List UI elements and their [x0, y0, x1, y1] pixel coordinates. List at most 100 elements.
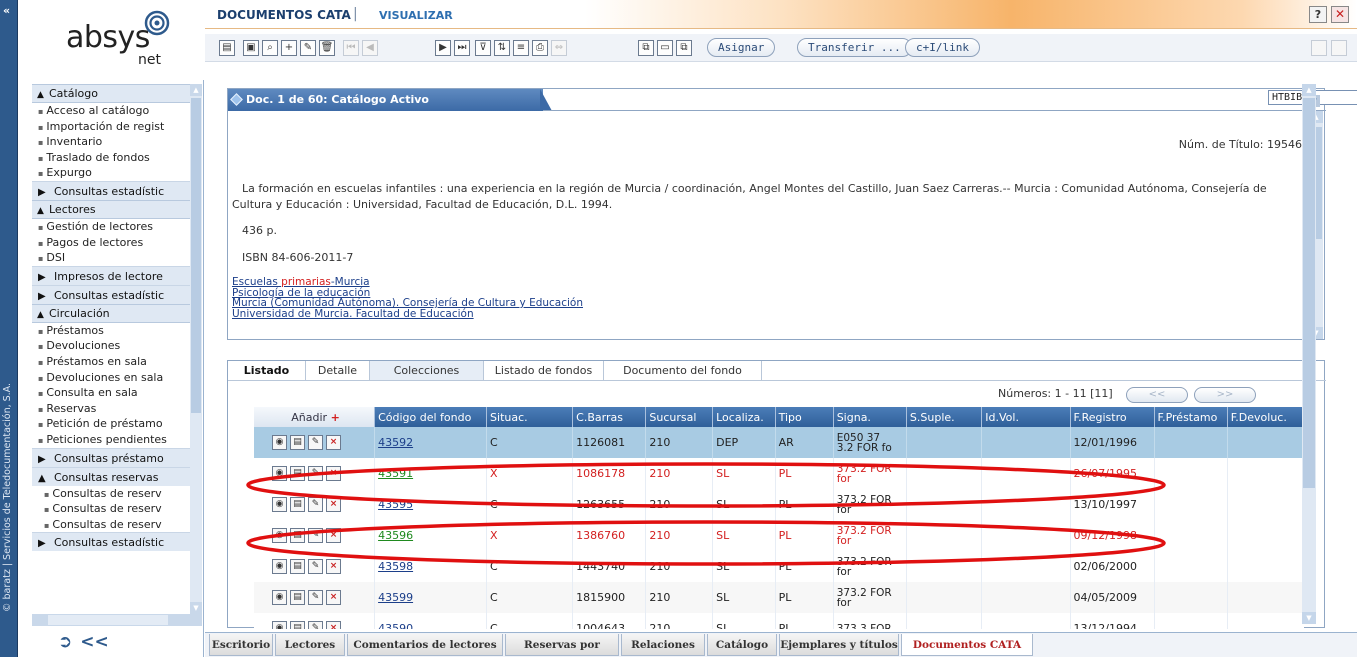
sidebar-item[interactable]: ▪ Pagos de lectores [32, 235, 190, 251]
column-header[interactable]: C.Barras [572, 407, 647, 427]
column-header[interactable]: Localiza. [712, 407, 776, 427]
sidebar-subgroup[interactable]: ▶ Impresos de lectore [32, 265, 190, 285]
sidebar-subitem[interactable]: ▪ Consultas de reserv [32, 486, 190, 502]
view-icon[interactable]: ◉ [272, 466, 287, 481]
toolbar-extra-icon[interactable] [1331, 40, 1347, 56]
next-page-button[interactable]: >> [1194, 387, 1256, 403]
detail-icon[interactable]: ▤ [290, 528, 305, 543]
detail-icon[interactable]: ▤ [290, 497, 305, 512]
sidebar-item[interactable]: ▪ Traslado de fondos [32, 150, 190, 166]
scroll-up-icon[interactable]: ▲ [190, 84, 202, 96]
add-icon[interactable]: + [281, 40, 297, 56]
sidebar-item[interactable]: ▪ Préstamos en sala [32, 354, 190, 370]
sidebar-item[interactable]: ▪ Devoluciones [32, 338, 190, 354]
table-row[interactable]: ◉ ▤ ✎ × 43591 X 1086178 210 SL PL 373.2 FOR for 26/0… [254, 458, 1304, 489]
search-icon[interactable]: ⌕ [262, 40, 278, 56]
sidebar-subitem[interactable]: ▪ Consultas de reserv [32, 517, 190, 533]
sidebar-item[interactable]: ▪ Devoluciones en sala [32, 370, 190, 386]
column-header[interactable]: F.Registro [1070, 407, 1155, 427]
tab-listado[interactable]: Listado [228, 361, 306, 381]
view-icon[interactable]: ◉ [272, 497, 287, 512]
delete-icon[interactable]: × [326, 559, 341, 574]
view-icon[interactable]: ◉ [272, 559, 287, 574]
column-header[interactable]: S.Suple. [906, 407, 983, 427]
copy-icon[interactable]: ⧉ [638, 40, 654, 56]
table-row[interactable]: ◉ ▤ ✎ × 43598 C 1443740 210 SL PL 373.2 FOR for 02/0… [254, 551, 1304, 582]
holding-code-link[interactable]: 43591 [374, 458, 488, 489]
column-header[interactable]: Código del fondo [374, 407, 488, 427]
tab-listado-fondos[interactable]: Listado de fondos [484, 361, 604, 381]
table-row[interactable]: ◉ ▤ ✎ × 43595 C 1263655 210 SL PL 373.2 FOR for 13/1… [254, 489, 1304, 520]
column-header[interactable]: F.Préstamo [1154, 407, 1228, 427]
scroll-thumb[interactable] [191, 98, 201, 413]
holding-code-link[interactable]: 43598 [374, 551, 488, 582]
sidebar-section-header[interactable]: ▲ Catálogo [32, 84, 190, 103]
column-header[interactable]: F.Devoluc. [1227, 407, 1304, 427]
column-header[interactable]: Tipo [775, 407, 834, 427]
menu-toggle-icon[interactable]: ▤ [219, 40, 235, 56]
table-row[interactable]: ◉ ▤ ✎ × 43592 C 1126081 210 DEP AR E050 37 3.2 FOR … [254, 427, 1304, 458]
sidebar-item[interactable]: ▪ Expurgo [32, 165, 190, 181]
scroll-thumb[interactable] [48, 615, 168, 625]
edit-icon[interactable]: ✎ [308, 466, 323, 481]
scroll-down-icon[interactable]: ▼ [1302, 612, 1316, 624]
tab-colecciones[interactable]: Colecciones [370, 361, 484, 381]
view-icon[interactable]: ◉ [272, 435, 287, 450]
edit-icon[interactable]: ✎ [308, 497, 323, 512]
add-holding-button[interactable]: Añadir + [254, 407, 376, 427]
sidebar-subgroup[interactable]: ▶ Consultas estadístic [32, 532, 190, 552]
sidebar-item[interactable]: ▪ Reservas [32, 401, 190, 417]
detail-icon[interactable]: ▤ [290, 559, 305, 574]
edit-icon[interactable]: ✎ [308, 435, 323, 450]
detail-icon[interactable]: ▤ [290, 435, 305, 450]
page-scrollbar[interactable]: ▲ ▼ [1302, 84, 1316, 624]
sidebar-section-header[interactable]: ▲ Circulación [32, 303, 190, 323]
view-icon[interactable]: ◉ [272, 528, 287, 543]
first-record-icon[interactable]: ⏮ [343, 40, 359, 56]
link-button[interactable]: c+I/link [905, 38, 980, 57]
column-header[interactable]: Id.Vol. [981, 407, 1071, 427]
sidebar-subgroup-expanded[interactable]: ▲ Consultas reservas [32, 466, 190, 486]
bottom-tab[interactable]: Ejemplares y títulos [779, 634, 899, 656]
sidebar-scrollbar[interactable]: ▲ ▼ [190, 84, 202, 614]
scroll-down-icon[interactable]: ▼ [190, 602, 202, 614]
sidebar-item[interactable]: ▪ DSI [32, 250, 190, 266]
subject-link[interactable]: Universidad de Murcia. Facultad de Educa… [232, 308, 583, 320]
column-header[interactable]: Sucursal [645, 407, 714, 427]
sidebar-subgroup[interactable]: ▶ Consultas préstamo [32, 447, 190, 467]
view-icon[interactable]: ◉ [272, 590, 287, 605]
left-collapse-strip[interactable]: « © baratz | Servicios de Teledocumentac… [0, 0, 18, 657]
holding-code-link[interactable]: 43590 [374, 613, 488, 629]
bottom-tab[interactable]: Lectores [275, 634, 345, 656]
bottom-tab[interactable]: Relaciones [621, 634, 705, 656]
detail-icon[interactable]: ▤ [290, 590, 305, 605]
column-header[interactable]: Situac. [486, 407, 574, 427]
scroll-thumb[interactable] [1303, 98, 1315, 488]
column-header[interactable]: Signa. [833, 407, 907, 427]
list-icon[interactable]: ≡ [513, 40, 529, 56]
table-row[interactable]: ◉ ▤ ✎ × 43590 C 1004643 210 SL PL 373.3 FOR 13/12/1… [254, 613, 1304, 629]
asignar-button[interactable]: Asignar [707, 38, 776, 57]
next-record-icon[interactable]: ▶ [435, 40, 451, 56]
scroll-up-icon[interactable]: ▲ [1302, 84, 1316, 96]
expand-icon[interactable]: ⇔ [551, 40, 567, 56]
edit-icon[interactable]: ✎ [300, 40, 316, 56]
transferir-button[interactable]: Transferir ... [797, 38, 912, 57]
sidebar-horizontal-scrollbar[interactable] [32, 614, 202, 626]
collapse-sidebar-icon[interactable]: « [3, 4, 10, 17]
sidebar-subitem[interactable]: ▪ Consultas de reserv [32, 501, 190, 517]
bottom-tab[interactable]: Escritorio [209, 634, 273, 656]
detail-icon[interactable]: ▤ [290, 621, 305, 629]
bottom-tab[interactable]: Comentarios de lectores [347, 634, 503, 656]
bottom-tab[interactable]: Reservas por lector [505, 634, 619, 656]
bottom-tab[interactable]: Catálogo [707, 634, 777, 656]
sidebar-item[interactable]: ▪ Préstamos [32, 323, 190, 339]
sidebar-item[interactable]: ▪ Inventario [32, 134, 190, 150]
detail-icon[interactable]: ▤ [290, 466, 305, 481]
window-icon[interactable]: ▭ [657, 40, 673, 56]
previous-page-button[interactable]: << [1126, 387, 1188, 403]
holding-code-link[interactable]: 43592 [374, 427, 488, 458]
help-button[interactable]: ? [1309, 6, 1327, 23]
delete-icon[interactable]: × [326, 466, 341, 481]
sort-icon[interactable]: ⇅ [494, 40, 510, 56]
